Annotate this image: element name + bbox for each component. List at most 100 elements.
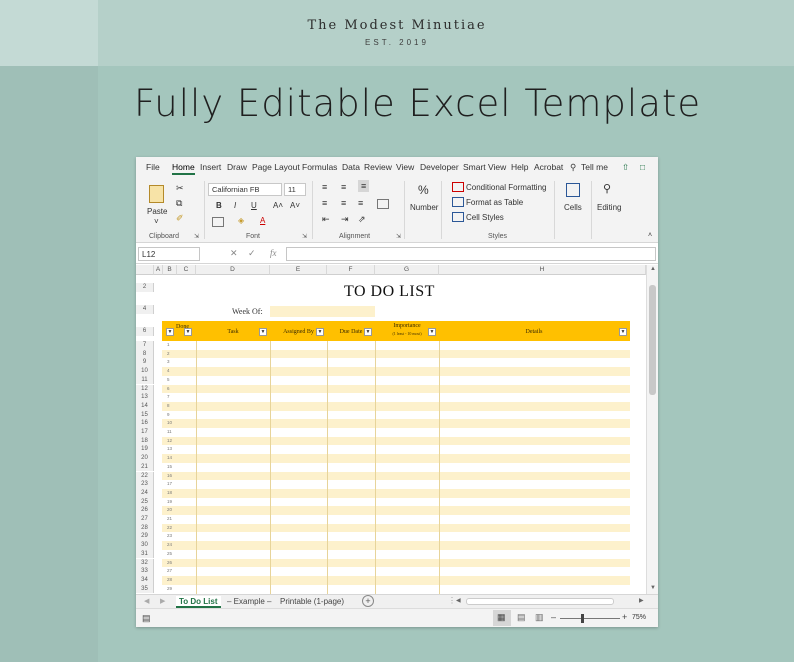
table-row[interactable]: 7 — [162, 393, 630, 402]
table-row[interactable]: 12 — [162, 436, 630, 446]
menu-review[interactable]: Review — [364, 162, 392, 172]
select-all-corner[interactable] — [136, 265, 154, 275]
table-row[interactable]: 9 — [162, 410, 630, 420]
zoom-level[interactable]: 75% — [632, 614, 646, 621]
collapse-ribbon-icon[interactable]: ˄ — [648, 232, 652, 239]
tab-printable[interactable]: Printable (1-page) — [277, 596, 347, 608]
row-header[interactable]: 12 — [136, 384, 154, 394]
conditional-formatting-icon[interactable] — [452, 182, 464, 192]
cancel-icon[interactable]: ✕ — [230, 248, 238, 259]
font-size-select[interactable]: 11 — [284, 183, 306, 196]
table-row[interactable]: 10 — [162, 419, 630, 428]
filter-dropdown-icon[interactable]: ▼ — [166, 328, 174, 336]
percent-icon[interactable]: % — [418, 183, 429, 197]
row-header[interactable]: 2 — [136, 283, 154, 292]
tab-example[interactable]: – Example – — [224, 596, 274, 608]
row-header[interactable]: 22 — [136, 471, 154, 481]
table-row[interactable]: 5 — [162, 375, 630, 385]
tab-scroll-right-icon[interactable]: ▶ — [160, 597, 165, 605]
table-row[interactable]: 22 — [162, 523, 630, 533]
format-as-table-button[interactable]: Format as Table — [466, 198, 523, 207]
row-header[interactable]: 13 — [136, 393, 154, 402]
number-format-button[interactable]: Number — [410, 203, 438, 212]
wrap-text-icon[interactable] — [377, 199, 389, 209]
font-name-select[interactable]: Californian FB — [208, 183, 282, 196]
menu-developer[interactable]: Developer — [420, 162, 459, 172]
column-header-e[interactable]: E — [270, 265, 327, 275]
menu-home[interactable]: Home — [172, 162, 195, 175]
row-header[interactable]: 34 — [136, 575, 154, 585]
increase-indent-icon[interactable]: ⇥ — [341, 214, 349, 225]
lightbulb-search-icon[interactable]: ⚲ — [570, 162, 576, 173]
cell-styles-icon[interactable] — [452, 212, 464, 222]
align-bottom-icon[interactable]: ≡ — [358, 180, 370, 192]
table-row[interactable]: 21 — [162, 515, 630, 524]
column-header-b[interactable]: B — [163, 265, 177, 275]
enter-icon[interactable]: ✓ — [248, 248, 256, 259]
font-launcher-icon[interactable]: ⇲ — [302, 233, 307, 240]
row-header[interactable]: 19 — [136, 445, 154, 455]
alignment-launcher-icon[interactable]: ⇲ — [396, 233, 401, 240]
row-header[interactable]: 27 — [136, 515, 154, 524]
fill-color-icon[interactable]: ◈ — [238, 216, 244, 225]
align-left-icon[interactable]: ≡ — [322, 198, 327, 208]
menu-file[interactable]: File — [146, 162, 160, 172]
cell-styles-button[interactable]: Cell Styles — [466, 213, 504, 222]
accessibility-icon[interactable]: ▤ — [142, 613, 151, 624]
column-header-f[interactable]: F — [327, 265, 375, 275]
paste-button[interactable]: Paste — [147, 207, 167, 216]
row-header[interactable]: 26 — [136, 506, 154, 515]
tabs-splitter-icon[interactable]: ⋮ — [448, 596, 456, 605]
tell-me-search[interactable]: Tell me — [581, 162, 608, 172]
vertical-scroll-thumb[interactable] — [649, 285, 656, 395]
filter-dropdown-icon[interactable]: ▼ — [428, 328, 436, 336]
align-center-icon[interactable]: ≡ — [341, 198, 346, 208]
row-header[interactable]: 24 — [136, 488, 154, 498]
menu-insert[interactable]: Insert — [200, 162, 221, 172]
table-row[interactable]: 15 — [162, 462, 630, 472]
paste-icon[interactable] — [149, 185, 164, 203]
font-color-icon[interactable]: A — [260, 216, 265, 225]
column-header-c[interactable]: C — [177, 265, 196, 275]
align-top-icon[interactable]: ≡ — [322, 182, 327, 192]
magnifier-icon[interactable]: ⚲ — [603, 182, 611, 195]
table-row[interactable]: 2 — [162, 349, 630, 359]
filter-dropdown-icon[interactable]: ▼ — [619, 328, 627, 336]
column-header-h[interactable]: H — [439, 265, 646, 275]
editing-button[interactable]: Editing — [597, 203, 621, 212]
table-row[interactable]: 26 — [162, 558, 630, 568]
table-row[interactable]: 8 — [162, 401, 630, 411]
clipboard-launcher-icon[interactable]: ⇲ — [194, 233, 199, 240]
share-icon[interactable]: ⇧ — [622, 162, 629, 173]
table-row[interactable]: 4 — [162, 367, 630, 376]
table-row[interactable]: 1 — [162, 341, 630, 350]
menu-draw[interactable]: Draw — [227, 162, 247, 172]
table-row[interactable]: 20 — [162, 506, 630, 515]
table-row[interactable]: 17 — [162, 480, 630, 489]
row-header[interactable]: 20 — [136, 454, 154, 463]
menu-acrobat[interactable]: Acrobat — [534, 162, 563, 172]
tab-scroll-left-icon[interactable]: ◀ — [144, 597, 149, 605]
name-box[interactable]: L12 — [138, 247, 200, 261]
zoom-out-icon[interactable]: – — [551, 612, 556, 622]
borders-icon[interactable] — [212, 217, 224, 227]
row-header[interactable]: 25 — [136, 497, 154, 507]
table-row[interactable]: 13 — [162, 445, 630, 455]
column-header-d[interactable]: D — [196, 265, 270, 275]
row-header[interactable]: 35 — [136, 584, 154, 594]
row-header[interactable]: 6 — [136, 327, 154, 336]
scroll-down-icon[interactable]: ▼ — [650, 585, 656, 591]
zoom-slider-thumb[interactable] — [580, 614, 584, 623]
horizontal-scroll-thumb[interactable] — [466, 598, 614, 605]
table-row[interactable]: 25 — [162, 549, 630, 559]
row-header[interactable]: 10 — [136, 367, 154, 376]
zoom-in-icon[interactable]: + — [622, 612, 627, 622]
shrink-font-button[interactable]: A˅ — [290, 201, 300, 210]
paste-dropdown-icon[interactable]: ˅ — [154, 217, 159, 226]
tab-to-do-list[interactable]: To Do List — [176, 596, 221, 608]
format-painter-icon[interactable]: ✐ — [176, 213, 184, 224]
cells-icon[interactable] — [566, 183, 580, 197]
menu-help[interactable]: Help — [511, 162, 528, 172]
filter-dropdown-icon[interactable]: ▼ — [184, 328, 192, 336]
insert-function-icon[interactable]: fx — [270, 248, 277, 258]
